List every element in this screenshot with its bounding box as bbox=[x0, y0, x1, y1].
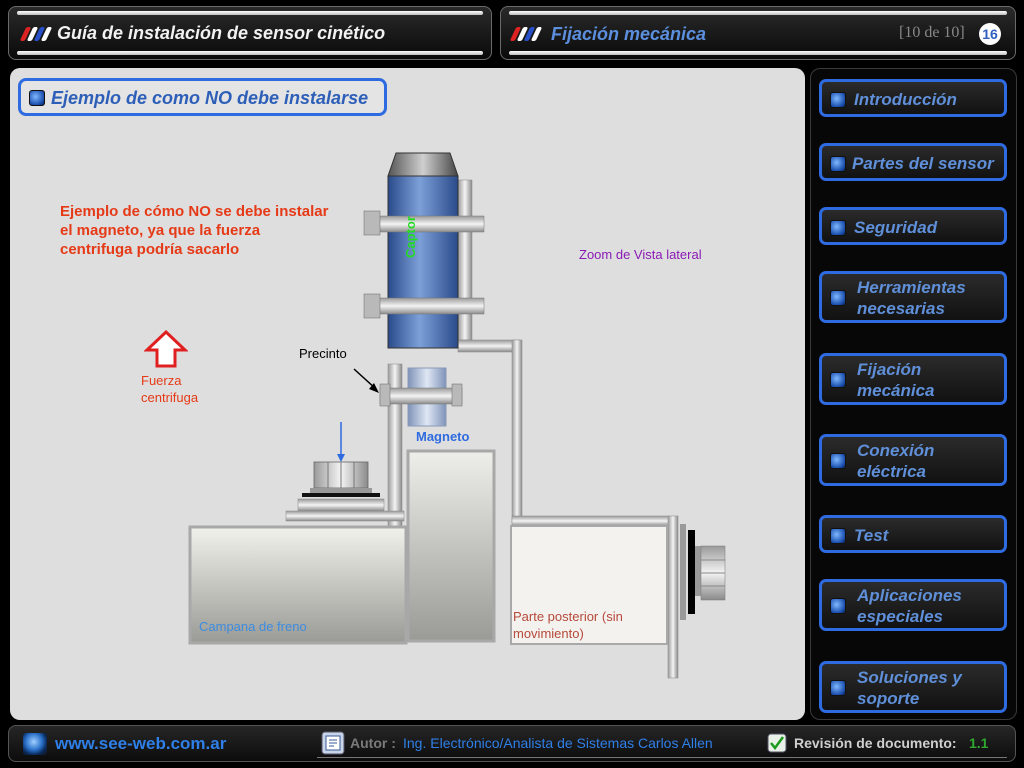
nav-item-aplicaciones[interactable]: Aplicaciones especiales bbox=[819, 579, 1007, 631]
header-right: Fijación mecánica [10 de 10] 16 bbox=[500, 6, 1016, 60]
nav-item-soluciones[interactable]: Soluciones y soporte bbox=[819, 661, 1007, 713]
checkmark-icon bbox=[767, 733, 787, 753]
bullet-square-icon bbox=[830, 598, 846, 614]
autor-name: Ing. Electrónico/Analista de Sistemas Ca… bbox=[403, 735, 713, 751]
flag-stripes-icon bbox=[19, 27, 53, 41]
website-link[interactable]: www.see-web.com.ar bbox=[55, 734, 226, 754]
content-area: Ejemplo de como NO debe instalarse Ejemp… bbox=[10, 68, 805, 720]
section-title: Fijación mecánica bbox=[551, 24, 707, 44]
footer-divider bbox=[317, 757, 1007, 758]
revision-value: 1.1 bbox=[969, 735, 989, 751]
globe-icon bbox=[23, 733, 47, 755]
campana-label: Campana de freno bbox=[199, 619, 307, 634]
nav-item-herramientas[interactable]: Herramientas necesarias bbox=[819, 271, 1007, 323]
bullet-square-icon bbox=[830, 220, 846, 236]
bullet-square-icon bbox=[830, 156, 846, 172]
page-counter: [10 de 10] bbox=[899, 24, 965, 41]
bullet-square-icon bbox=[830, 92, 846, 108]
app-title: Guía de instalación de sensor cinético bbox=[57, 23, 386, 43]
nav-item-label: Conexión eléctrica bbox=[857, 441, 935, 481]
nav-item-label: Test bbox=[854, 526, 889, 545]
nav-item-test[interactable]: Test bbox=[819, 515, 1007, 553]
nav-item-introduccion[interactable]: Introducción bbox=[819, 79, 1007, 117]
bullet-square-icon bbox=[830, 680, 846, 696]
bullet-square-icon bbox=[830, 290, 846, 306]
parte-posterior-label: Parte posterior (sin movimiento) bbox=[513, 609, 623, 641]
flag-stripes-icon bbox=[509, 27, 543, 41]
precinto-label: Precinto bbox=[299, 346, 347, 361]
nav-item-label: Partes del sensor bbox=[852, 154, 994, 173]
autor-label: Autor : bbox=[350, 735, 396, 751]
nav-item-label: Introducción bbox=[854, 90, 957, 109]
bullet-square-icon bbox=[830, 372, 846, 388]
header-left: Guía de instalación de sensor cinético bbox=[8, 6, 492, 60]
nav-item-label: Fijación mecánica bbox=[857, 360, 935, 400]
document-icon bbox=[321, 731, 345, 755]
nav-item-seguridad[interactable]: Seguridad bbox=[819, 207, 1007, 245]
nav-item-partes-sensor[interactable]: Partes del sensor bbox=[819, 143, 1007, 181]
nav-sidebar: Introducción Partes del sensor Seguridad… bbox=[810, 68, 1017, 720]
nav-item-label: Soluciones y soporte bbox=[857, 668, 962, 708]
magneto-label: Magneto bbox=[416, 429, 470, 444]
footer: www.see-web.com.ar Autor : Ing. Electrón… bbox=[8, 725, 1016, 762]
bullet-square-icon bbox=[830, 528, 846, 544]
nav-item-label: Aplicaciones especiales bbox=[857, 586, 962, 626]
bullet-square-icon bbox=[830, 453, 846, 469]
captor-label: Captor bbox=[403, 216, 418, 258]
nav-item-label: Seguridad bbox=[854, 218, 938, 237]
nav-item-conexion[interactable]: Conexión eléctrica bbox=[819, 434, 1007, 486]
nav-item-label: Herramientas necesarias bbox=[857, 278, 966, 318]
sensor-diagram bbox=[188, 152, 726, 679]
revision-label: Revisión de documento: bbox=[794, 735, 957, 751]
nav-item-fijacion[interactable]: Fijación mecánica bbox=[819, 353, 1007, 405]
page-badge: 16 bbox=[979, 23, 1001, 45]
